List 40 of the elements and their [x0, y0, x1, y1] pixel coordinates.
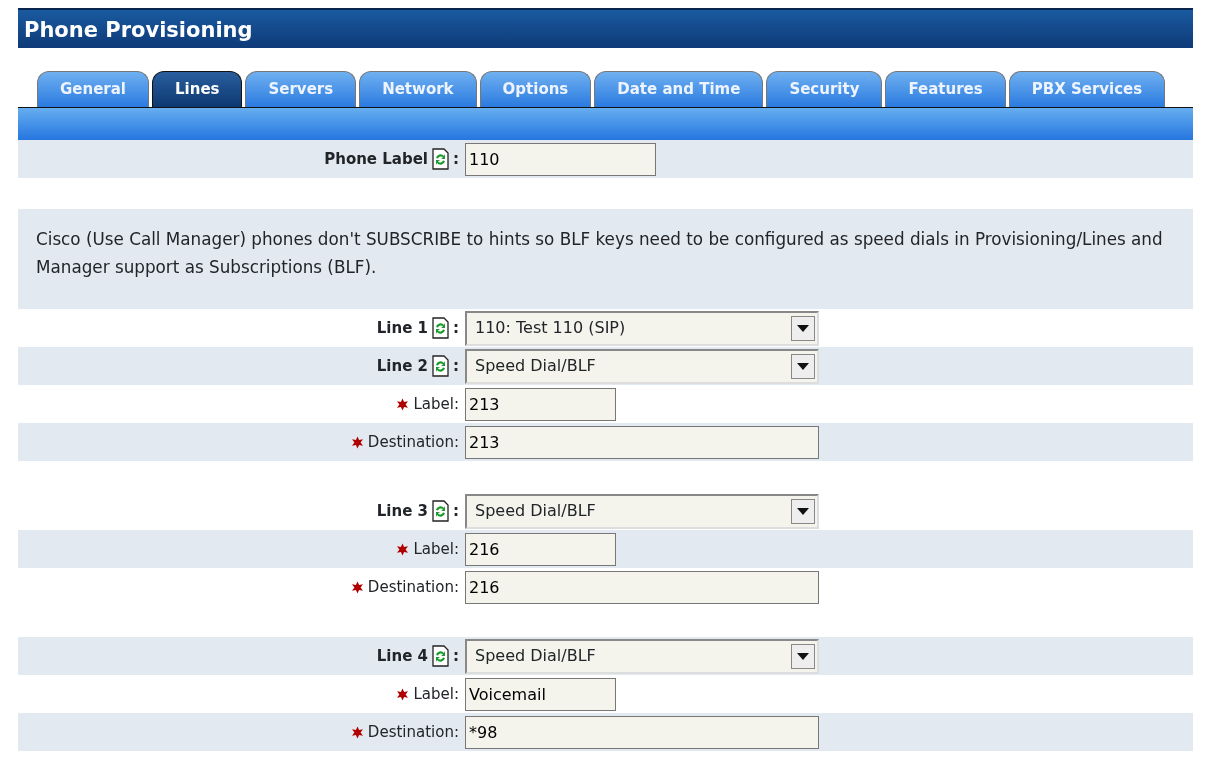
page-title: Phone Provisioning: [18, 8, 1193, 48]
text-field[interactable]: Voicemail: [465, 677, 616, 711]
text-field[interactable]: 110: [465, 142, 656, 176]
refresh-icon[interactable]: [432, 645, 449, 667]
colon-label: :: [453, 355, 459, 377]
refresh-icon[interactable]: [432, 148, 449, 170]
line-label: Line 1: [376, 317, 428, 339]
text-field[interactable]: 213: [465, 425, 819, 459]
dropdown-arrow-icon: [797, 652, 809, 660]
dropdown-arrow-icon: [797, 324, 809, 332]
field-label: Destination:: [367, 431, 459, 453]
refresh-icon[interactable]: [432, 500, 449, 522]
text-field[interactable]: 216: [465, 570, 819, 604]
field-label: Label:: [413, 393, 459, 415]
line-label: Line 2: [376, 355, 428, 377]
text-field[interactable]: 213: [465, 387, 616, 421]
line-select[interactable]: 110: Test 110 (SIP): [465, 310, 819, 346]
colon-label: :: [453, 148, 459, 170]
line-label: Line 4: [376, 645, 428, 667]
dropdown-arrow-icon: [797, 362, 809, 370]
note-text: Cisco (Use Call Manager) phones don't SUBSCRIBE to hints so BLF keys need to be configured as speed dials in Provisioning/Lines and: [36, 228, 1164, 251]
line-select[interactable]: Speed Dial/BLF: [465, 638, 819, 674]
field-label: Destination:: [367, 721, 459, 743]
colon-label: :: [453, 317, 459, 339]
tab[interactable]: Lines: [152, 71, 243, 107]
line-select[interactable]: Speed Dial/BLF: [465, 493, 819, 529]
field-label: Label:: [413, 538, 459, 560]
field-label: Phone Label: [324, 148, 428, 170]
colon-label: :: [453, 500, 459, 522]
colon-label: :: [453, 645, 459, 667]
text-field[interactable]: *98: [465, 715, 819, 749]
text-field[interactable]: 216: [465, 532, 616, 566]
dropdown-arrow-icon: [797, 507, 809, 515]
note-text: Manager support as Subscriptions (BLF).: [36, 256, 378, 279]
field-label: Label:: [413, 683, 459, 705]
refresh-icon[interactable]: [432, 317, 449, 339]
line-label: Line 3: [376, 500, 428, 522]
field-label: Destination:: [367, 576, 459, 598]
line-select[interactable]: Speed Dial/BLF: [465, 348, 819, 384]
refresh-icon[interactable]: [432, 355, 449, 377]
